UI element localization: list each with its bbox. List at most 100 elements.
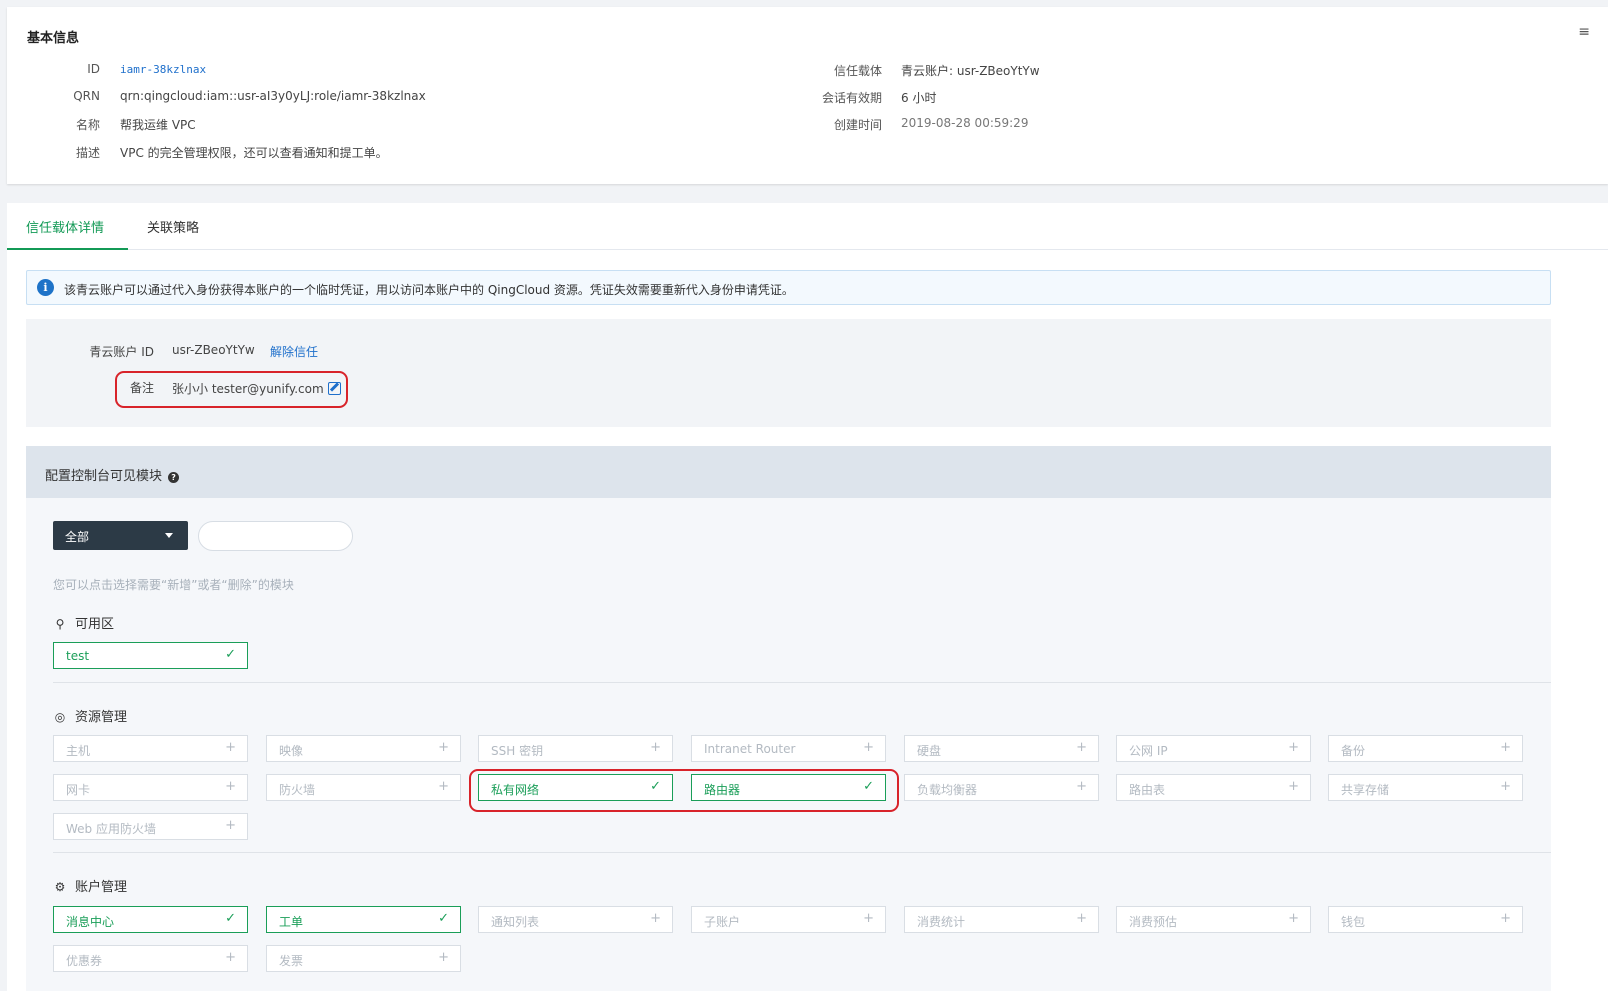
- module-chip[interactable]: 工单 ✓: [266, 906, 461, 933]
- module-chip-label: 发票: [279, 954, 304, 968]
- session-label: 会话有效期: [821, 91, 882, 105]
- id-value[interactable]: iamr-38kzlnax: [120, 63, 206, 76]
- module-chip[interactable]: 备份 +: [1328, 735, 1523, 762]
- plus-icon: +: [1076, 740, 1087, 755]
- basic-info-title: 基本信息: [27, 31, 80, 46]
- plus-icon: +: [438, 950, 449, 965]
- module-filter-select[interactable]: 全部: [53, 521, 188, 550]
- module-chip[interactable]: 负载均衡器 +: [904, 774, 1099, 801]
- notice-text: 该青云账户可以通过代入身份获得本账户的一个临时凭证，用以访问本账户中的 Qing…: [64, 283, 794, 297]
- basic-info-card: 基本信息 ≡ ID iamr-38kzlnax QRN qrn:qingclou…: [7, 7, 1608, 184]
- module-chip[interactable]: 共享存储 +: [1328, 774, 1523, 801]
- name-value: 帮我运维 VPC: [120, 118, 196, 132]
- module-chip[interactable]: 映像 +: [266, 735, 461, 762]
- module-chip[interactable]: 路由表 +: [1116, 774, 1311, 801]
- caret-down-icon: [165, 533, 173, 538]
- resource-section-label: 资源管理: [75, 710, 128, 725]
- module-chip-label: 工单: [279, 915, 304, 929]
- trust-carrier-value: 青云账户: usr-ZBeoYtYw: [901, 64, 1040, 78]
- module-chip-label: SSH 密钥: [491, 744, 544, 758]
- account-id-value: usr-ZBeoYtYw: [172, 343, 255, 357]
- module-chip[interactable]: Web 应用防火墙 +: [53, 813, 248, 840]
- help-icon[interactable]: ?: [168, 472, 180, 483]
- module-chip[interactable]: 主机 +: [53, 735, 248, 762]
- notice-box: i 该青云账户可以通过代入身份获得本账户的一个临时凭证，用以访问本账户中的 Qi…: [26, 270, 1551, 305]
- revoke-trust-link[interactable]: 解除信任: [270, 343, 318, 360]
- plus-icon: +: [1500, 779, 1511, 794]
- module-hint: 您可以点击选择需要“新增”或者“删除”的模块: [53, 578, 294, 592]
- account-section-title: ⚙ 账户管理: [53, 876, 127, 895]
- check-icon: ✓: [438, 911, 449, 926]
- active-tab-indicator: [7, 248, 128, 250]
- module-chip[interactable]: 通知列表 +: [478, 906, 673, 933]
- id-label: ID: [87, 62, 100, 76]
- resource-settings-icon: ◎: [54, 710, 66, 724]
- module-chip[interactable]: 子账户 +: [691, 906, 886, 933]
- info-icon: i: [37, 279, 54, 296]
- zone-section-label: 可用区: [75, 617, 115, 632]
- module-chip[interactable]: test ✓: [53, 642, 248, 669]
- module-chip[interactable]: 钱包 +: [1328, 906, 1523, 933]
- plus-icon: +: [1500, 740, 1511, 755]
- modules-header: 配置控制台可见模块?: [26, 446, 1551, 498]
- plus-icon: +: [1288, 911, 1299, 926]
- plus-icon: +: [1076, 779, 1087, 794]
- module-chip-label: 优惠券: [66, 954, 103, 968]
- module-chip-label: 消息中心: [66, 915, 115, 929]
- module-chip-label: 路由表: [1129, 783, 1166, 797]
- name-label: 名称: [75, 118, 100, 132]
- plus-icon: +: [1288, 779, 1299, 794]
- plus-icon: +: [225, 818, 236, 833]
- qrn-value: qrn:qingcloud:iam::usr-aI3y0yLJ:role/iam…: [120, 89, 426, 103]
- check-icon: ✓: [225, 911, 236, 926]
- created-label: 创建时间: [833, 118, 882, 132]
- plus-icon: +: [1500, 911, 1511, 926]
- plus-icon: +: [863, 740, 874, 755]
- module-chip[interactable]: 消息中心 ✓: [53, 906, 248, 933]
- module-chip-label: 公网 IP: [1129, 744, 1168, 758]
- session-value: 6 小时: [901, 91, 937, 105]
- module-chip[interactable]: 发票 +: [266, 945, 461, 972]
- location-pin-icon: ⚲: [55, 617, 65, 631]
- module-search-input[interactable]: [198, 521, 353, 551]
- module-chip[interactable]: 防火墙 +: [266, 774, 461, 801]
- check-icon: ✓: [225, 647, 236, 662]
- plus-icon: +: [1076, 911, 1087, 926]
- plus-icon: +: [650, 911, 661, 926]
- plus-icon: +: [863, 911, 874, 926]
- plus-icon: +: [225, 950, 236, 965]
- resource-section-title: ◎ 资源管理: [53, 706, 127, 725]
- account-section-label: 账户管理: [75, 880, 128, 895]
- module-chip[interactable]: 消费预估 +: [1116, 906, 1311, 933]
- created-value: 2019-08-28 00:59:29: [901, 116, 1029, 130]
- module-chip-label: 映像: [279, 744, 304, 758]
- account-id-label: 青云账户 ID: [89, 345, 154, 359]
- module-chip-label: 消费预估: [1129, 915, 1178, 929]
- tab-bar: 信任载体详情 关联策略: [7, 203, 1608, 250]
- trust-carrier-label: 信任载体: [833, 64, 882, 78]
- plus-icon: +: [225, 740, 236, 755]
- menu-icon[interactable]: ≡: [1578, 25, 1590, 39]
- module-chip[interactable]: 硬盘 +: [904, 735, 1099, 762]
- gear-icon: ⚙: [54, 880, 66, 894]
- desc-value: VPC 的完全管理权限，还可以查看通知和提工单。: [120, 146, 388, 160]
- tab-trust-detail[interactable]: 信任载体详情: [26, 217, 104, 236]
- section-divider: [53, 682, 1551, 683]
- module-chip[interactable]: 公网 IP +: [1116, 735, 1311, 762]
- module-chip-label: 网卡: [66, 783, 91, 797]
- module-chip-label: 硬盘: [917, 744, 942, 758]
- module-chip[interactable]: Intranet Router +: [691, 735, 886, 762]
- tab-related-policy[interactable]: 关联策略: [147, 217, 199, 236]
- module-chip-label: 通知列表: [491, 915, 540, 929]
- module-chip[interactable]: SSH 密钥 +: [478, 735, 673, 762]
- module-chip[interactable]: 优惠券 +: [53, 945, 248, 972]
- module-chip-label: 主机: [66, 744, 91, 758]
- plus-icon: +: [1288, 740, 1299, 755]
- plus-icon: +: [650, 740, 661, 755]
- plus-icon: +: [225, 779, 236, 794]
- module-chip[interactable]: 网卡 +: [53, 774, 248, 801]
- module-chip-label: 共享存储: [1341, 783, 1390, 797]
- module-chip[interactable]: 消费统计 +: [904, 906, 1099, 933]
- section-divider: [53, 852, 1551, 853]
- module-chip-label: 防火墙: [279, 783, 316, 797]
